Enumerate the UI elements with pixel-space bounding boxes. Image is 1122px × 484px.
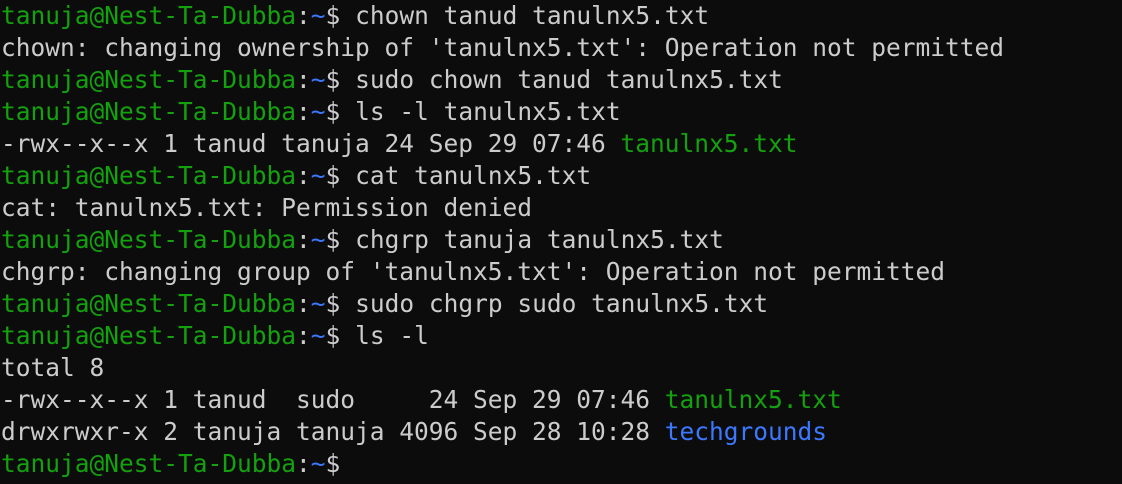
prompt-path: ~ <box>310 321 326 350</box>
command-line: tanuja@Nest-Ta-Dubba:~$ <box>1 448 1122 480</box>
terminal-window[interactable]: tanuja@Nest-Ta-Dubba:~$ chown tanud tanu… <box>0 0 1122 484</box>
command-text[interactable]: sudo chgrp sudo tanulnx5.txt <box>355 289 768 318</box>
prompt-colon: : <box>296 321 311 350</box>
output-line: cat: tanulnx5.txt: Permission denied <box>1 192 1122 224</box>
prompt-user-host: tanuja@Nest-Ta-Dubba <box>1 449 297 478</box>
prompt-path: ~ <box>310 161 326 190</box>
output-line: total 8 <box>1 352 1122 384</box>
listing-line: -rwx--x--x 1 tanud sudo 24 Sep 29 07:46 … <box>1 384 1122 416</box>
output-text: chown: changing ownership of 'tanulnx5.t… <box>1 33 1005 62</box>
prompt-path: ~ <box>310 1 326 30</box>
prompt-colon: : <box>296 289 311 318</box>
prompt-path: ~ <box>310 97 326 126</box>
command-line: tanuja@Nest-Ta-Dubba:~$ chown tanud tanu… <box>1 0 1122 32</box>
prompt-dollar: $ <box>325 321 356 350</box>
command-line: tanuja@Nest-Ta-Dubba:~$ chgrp tanuja tan… <box>1 224 1122 256</box>
prompt-path: ~ <box>310 289 326 318</box>
command-text[interactable]: ls -l <box>355 321 429 350</box>
prompt-colon: : <box>296 65 311 94</box>
prompt-user-host: tanuja@Nest-Ta-Dubba <box>1 321 297 350</box>
prompt-path: ~ <box>310 65 326 94</box>
listing-line: -rwx--x--x 1 tanud tanuja 24 Sep 29 07:4… <box>1 128 1122 160</box>
prompt-colon: : <box>296 97 311 126</box>
prompt-dollar: $ <box>325 449 356 478</box>
listing-line: drwxrwxr-x 2 tanuja tanuja 4096 Sep 28 1… <box>1 416 1122 448</box>
output-line: chown: changing ownership of 'tanulnx5.t… <box>1 32 1122 64</box>
command-line: tanuja@Nest-Ta-Dubba:~$ sudo chgrp sudo … <box>1 288 1122 320</box>
command-line: tanuja@Nest-Ta-Dubba:~$ cat tanulnx5.txt <box>1 160 1122 192</box>
prompt-user-host: tanuja@Nest-Ta-Dubba <box>1 161 297 190</box>
prompt-dollar: $ <box>325 225 356 254</box>
output-text: total 8 <box>1 353 105 382</box>
executable-file-name: tanulnx5.txt <box>664 385 842 414</box>
prompt-colon: : <box>296 225 311 254</box>
prompt-dollar: $ <box>325 65 356 94</box>
command-line: tanuja@Nest-Ta-Dubba:~$ ls -l tanulnx5.t… <box>1 96 1122 128</box>
listing-attributes: -rwx--x--x 1 tanud tanuja 24 Sep 29 07:4… <box>1 129 621 158</box>
command-text[interactable]: ls -l tanulnx5.txt <box>355 97 621 126</box>
prompt-colon: : <box>296 1 311 30</box>
command-text[interactable]: chown tanud tanulnx5.txt <box>355 1 709 30</box>
prompt-path: ~ <box>310 449 326 478</box>
prompt-dollar: $ <box>325 161 356 190</box>
output-text: cat: tanulnx5.txt: Permission denied <box>1 193 533 222</box>
listing-attributes: drwxrwxr-x 2 tanuja tanuja 4096 Sep 28 1… <box>1 417 665 446</box>
command-text[interactable]: sudo chown tanud tanulnx5.txt <box>355 65 783 94</box>
output-line: chgrp: changing group of 'tanulnx5.txt':… <box>1 256 1122 288</box>
prompt-colon: : <box>296 161 311 190</box>
prompt-user-host: tanuja@Nest-Ta-Dubba <box>1 225 297 254</box>
directory-name: techgrounds <box>664 417 828 446</box>
command-line: tanuja@Nest-Ta-Dubba:~$ ls -l <box>1 320 1122 352</box>
executable-file-name: tanulnx5.txt <box>620 129 798 158</box>
command-line: tanuja@Nest-Ta-Dubba:~$ sudo chown tanud… <box>1 64 1122 96</box>
command-text[interactable]: cat tanulnx5.txt <box>355 161 591 190</box>
prompt-dollar: $ <box>325 289 356 318</box>
listing-attributes: -rwx--x--x 1 tanud sudo 24 Sep 29 07:46 <box>1 385 665 414</box>
prompt-dollar: $ <box>325 1 356 30</box>
command-text[interactable]: chgrp tanuja tanulnx5.txt <box>355 225 724 254</box>
prompt-path: ~ <box>310 225 326 254</box>
prompt-user-host: tanuja@Nest-Ta-Dubba <box>1 1 297 30</box>
prompt-colon: : <box>296 449 311 478</box>
prompt-dollar: $ <box>325 97 356 126</box>
prompt-user-host: tanuja@Nest-Ta-Dubba <box>1 289 297 318</box>
output-text: chgrp: changing group of 'tanulnx5.txt':… <box>1 257 946 286</box>
prompt-user-host: tanuja@Nest-Ta-Dubba <box>1 65 297 94</box>
prompt-user-host: tanuja@Nest-Ta-Dubba <box>1 97 297 126</box>
